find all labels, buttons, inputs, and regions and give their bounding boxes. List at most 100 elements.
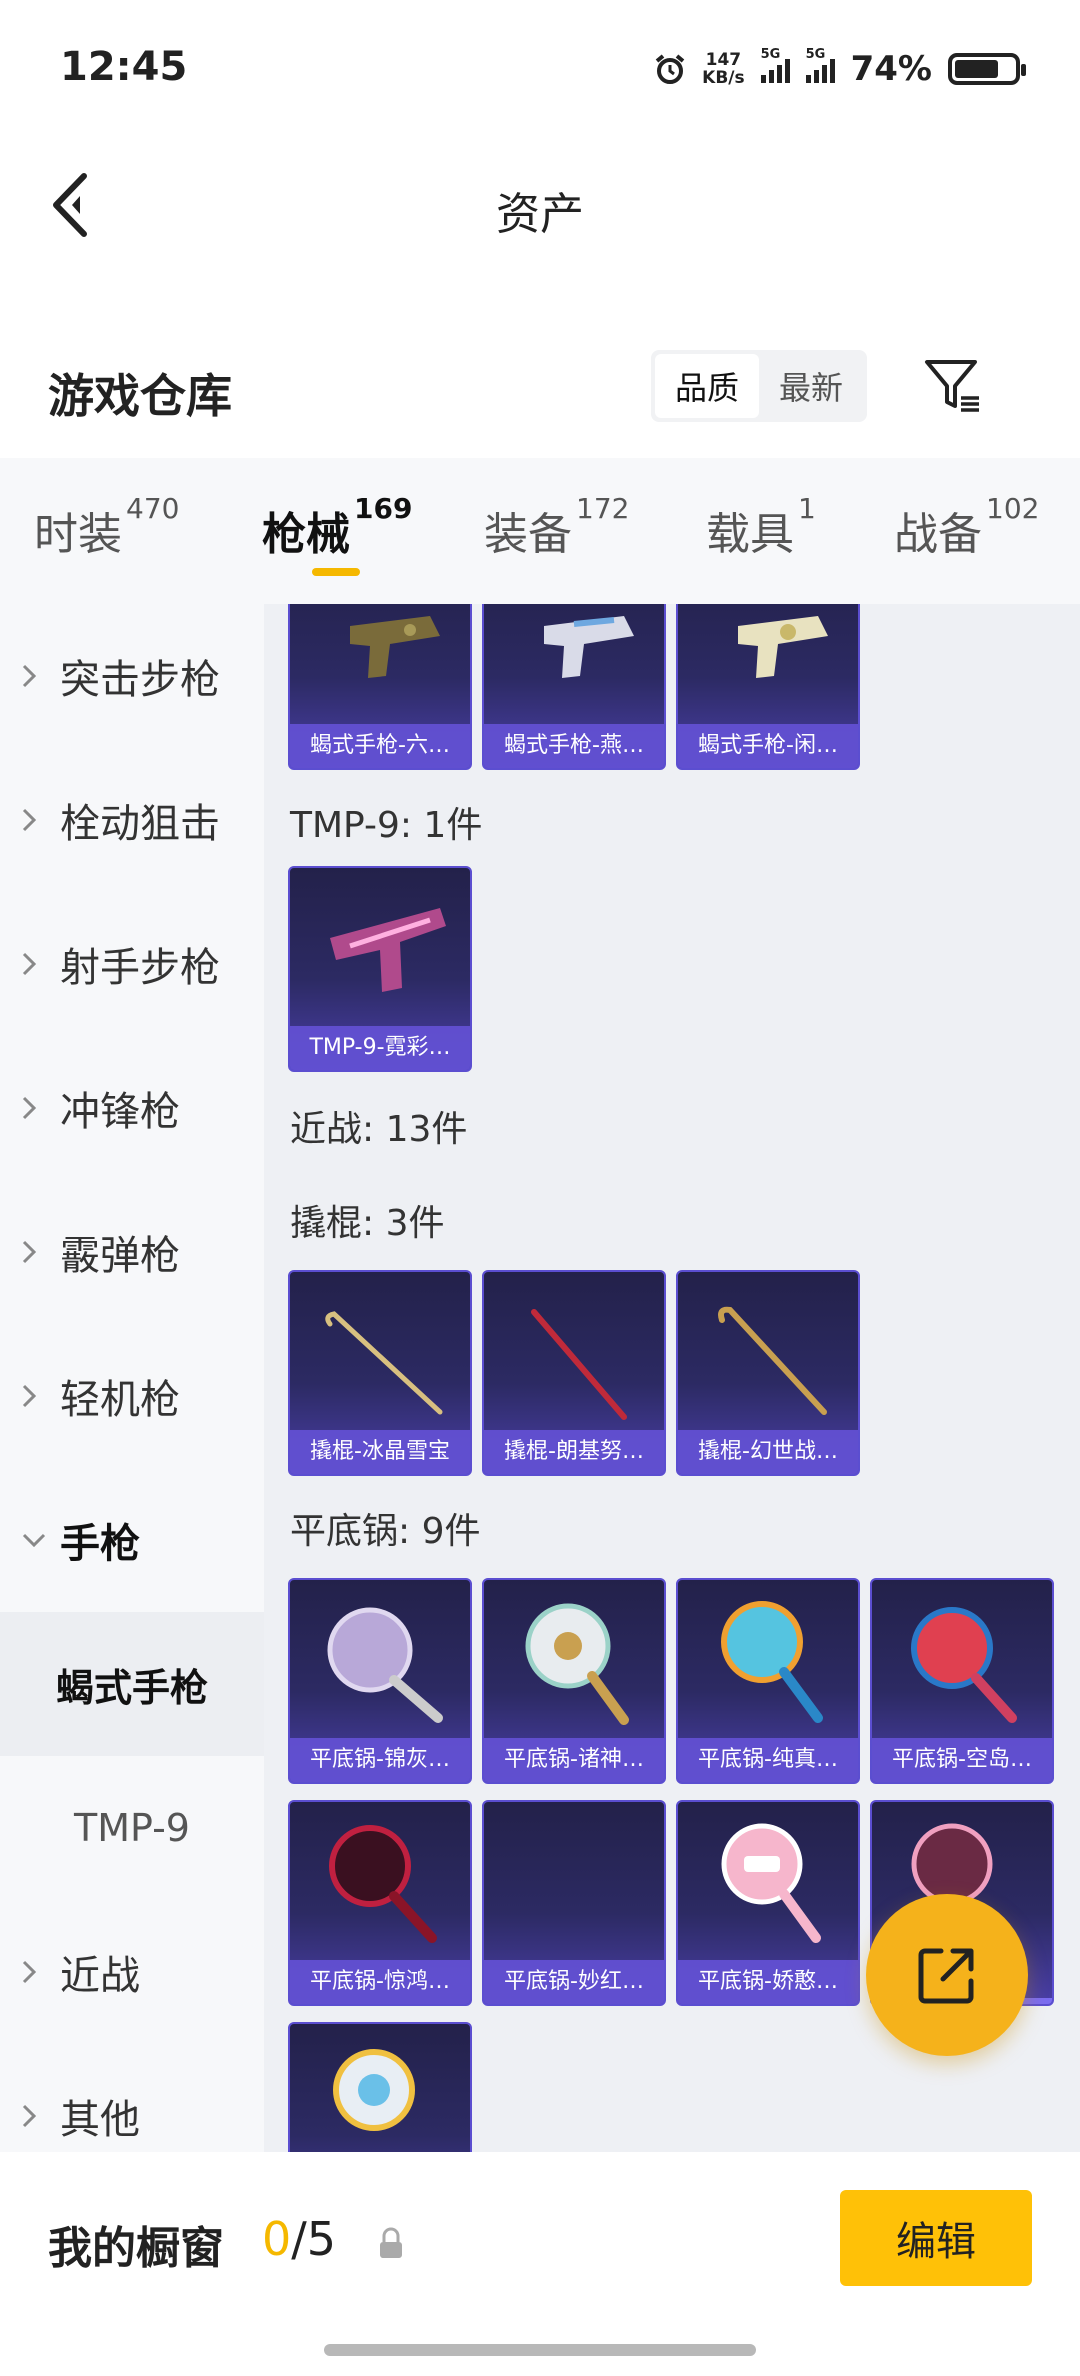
item-card[interactable]: 蝎式手枪-闲… xyxy=(676,604,860,770)
network-speed-value: 147 xyxy=(705,50,742,70)
sidebar-item-assault-rifle[interactable]: 突击步枪 xyxy=(0,604,264,748)
section-label: 撬棍: 3件 xyxy=(290,1203,445,1244)
item-name: 蝎式手枪-燕… xyxy=(484,724,664,768)
item-name: 平底锅-惊鸿… xyxy=(290,1960,470,2004)
share-button[interactable] xyxy=(866,1894,1028,2056)
sidebar-item-label: 射手步枪 xyxy=(60,945,220,991)
pistol-skin-icon xyxy=(544,616,634,678)
tab-fashion[interactable]: 时装470 xyxy=(34,492,179,562)
item-card[interactable]: 蝎式手枪-六… xyxy=(288,604,472,770)
sidebar-item-pistol[interactable]: 手枪 xyxy=(0,1468,264,1612)
pistol-skin-icon xyxy=(738,616,828,678)
network-speed: 147 KB/s xyxy=(702,51,744,87)
item-card[interactable]: 撬棍-冰晶雪宝 xyxy=(288,1270,472,1476)
edit-button[interactable]: 编辑 xyxy=(840,2190,1032,2286)
tab-label: 装备 xyxy=(484,509,572,560)
frying-pan-icon xyxy=(333,2049,415,2131)
sidebar-item-label: 突击步枪 xyxy=(60,657,220,703)
item-card[interactable]: 平底锅-妙红… xyxy=(482,1800,666,2006)
item-name: 撬棍-幻世战… xyxy=(678,1430,858,1474)
filter-button[interactable] xyxy=(918,350,988,422)
sidebar-subitem-scorpion[interactable]: 蝎式手枪 xyxy=(0,1612,264,1756)
frying-pan-icon xyxy=(329,1825,437,1943)
tab-count: 172 xyxy=(576,492,630,525)
item-card[interactable]: 平底锅-娇憨… xyxy=(676,1800,860,2006)
tab-vehicles[interactable]: 载具1 xyxy=(706,492,816,562)
item-card[interactable]: TMP-9-霓彩… xyxy=(288,866,472,1072)
section-label: TMP-9: 1件 xyxy=(290,805,483,846)
item-name: 蝎式手枪-闲… xyxy=(678,724,858,768)
sidebar-item-shotgun[interactable]: 霰弹枪 xyxy=(0,1180,264,1324)
item-name: 撬棍-冰晶雪宝 xyxy=(290,1430,470,1474)
chevron-right-icon xyxy=(22,1960,52,1984)
item-card[interactable] xyxy=(288,2022,472,2152)
item-name: 蝎式手枪-六… xyxy=(290,724,470,768)
item-card[interactable]: 平底锅-空岛… xyxy=(870,1578,1054,1784)
item-card[interactable]: 平底锅-诸神… xyxy=(482,1578,666,1784)
share-icon xyxy=(918,1948,974,2004)
crowbar-icon xyxy=(718,1306,827,1415)
home-indicator[interactable] xyxy=(324,2344,756,2356)
smg-skin-icon xyxy=(330,908,446,992)
item-name: 撬棍-朗基努… xyxy=(484,1430,664,1474)
signal-icon: 5G xyxy=(805,47,835,83)
sidebar-subitem-tmp9[interactable]: TMP-9 xyxy=(0,1756,264,1900)
showcase-count: 0/5 xyxy=(262,2212,336,2266)
battery-icon xyxy=(948,53,1026,85)
status-bar: 12:45 147 KB/s 5G 5G 74% xyxy=(0,0,1080,120)
sidebar-item-lmg[interactable]: 轻机枪 xyxy=(0,1324,264,1468)
showcase-total: /5 xyxy=(291,2212,337,2266)
item-card[interactable]: 平底锅-纯真… xyxy=(676,1578,860,1784)
sidebar-item-label: 近战 xyxy=(60,1953,140,1999)
filter-icon xyxy=(925,360,979,412)
tab-label: 载具 xyxy=(706,509,794,560)
sidebar-item-dmr[interactable]: 射手步枪 xyxy=(0,892,264,1036)
crowbar-icon xyxy=(531,1309,627,1420)
item-name: 平底锅-锦灰… xyxy=(290,1738,470,1782)
frying-pan-icon xyxy=(721,1601,823,1723)
sidebar-item-label: 冲锋枪 xyxy=(60,1089,180,1135)
sidebar-item-melee[interactable]: 近战 xyxy=(0,1900,264,2044)
chevron-right-icon xyxy=(22,2104,52,2128)
item-name: 平底锅-诸神… xyxy=(484,1738,664,1782)
active-tab-indicator xyxy=(312,568,360,576)
tab-count: 169 xyxy=(354,492,413,525)
weapon-category-sidebar: 突击步枪 栓动狙击 射手步枪 冲锋枪 霰弹枪 轻机枪 手枪 蝎式手枪 TMP-9… xyxy=(0,604,264,2152)
tab-firearms[interactable]: 枪械169 xyxy=(262,492,412,562)
sidebar-item-label: 其他 xyxy=(60,2097,140,2143)
network-speed-unit: KB/s xyxy=(702,68,745,88)
alarm-icon xyxy=(655,54,685,84)
frying-pan-icon xyxy=(911,1607,1017,1723)
item-card[interactable]: 平底锅-惊鸿… xyxy=(288,1800,472,2006)
tab-equipment[interactable]: 装备172 xyxy=(484,492,629,562)
showcase-label: 我的橱窗 xyxy=(48,2223,224,2274)
battery-percent: 74% xyxy=(850,49,932,89)
warehouse-title: 游戏仓库 xyxy=(48,369,232,423)
signal-icon: 5G xyxy=(760,47,790,83)
page-title: 资产 xyxy=(496,189,584,240)
sidebar-item-smg[interactable]: 冲锋枪 xyxy=(0,1036,264,1180)
header: 资产 xyxy=(0,140,1080,270)
item-card[interactable]: 撬棍-幻世战… xyxy=(676,1270,860,1476)
tab-count: 470 xyxy=(126,492,180,525)
item-card[interactable]: 平底锅-锦灰… xyxy=(288,1578,472,1784)
status-icons: 147 KB/s 5G 5G 74% xyxy=(654,46,1026,92)
sort-newest-option[interactable]: 最新 xyxy=(759,354,863,418)
tab-label: 时装 xyxy=(34,509,122,560)
showcase-bar: 我的橱窗 0/5 编辑 xyxy=(0,2152,1080,2376)
section-label: 平底锅: 9件 xyxy=(290,1511,481,1552)
item-card[interactable]: 蝎式手枪-燕… xyxy=(482,604,666,770)
lock-icon xyxy=(380,2227,402,2258)
tab-count: 102 xyxy=(986,492,1040,525)
tab-supplies[interactable]: 战备102 xyxy=(894,492,1039,562)
sort-quality-option[interactable]: 品质 xyxy=(655,354,759,418)
item-name: 平底锅-空岛… xyxy=(872,1738,1052,1782)
chevron-right-icon xyxy=(22,808,52,832)
pistol-skin-icon xyxy=(350,616,440,678)
item-name: 平底锅-妙红… xyxy=(484,1960,664,2004)
item-name: TMP-9-霓彩… xyxy=(290,1026,470,1070)
item-card[interactable]: 撬棍-朗基努… xyxy=(482,1270,666,1476)
sidebar-item-other[interactable]: 其他 xyxy=(0,2044,264,2152)
sidebar-item-bolt-sniper[interactable]: 栓动狙击 xyxy=(0,748,264,892)
chevron-right-icon xyxy=(22,1240,52,1264)
